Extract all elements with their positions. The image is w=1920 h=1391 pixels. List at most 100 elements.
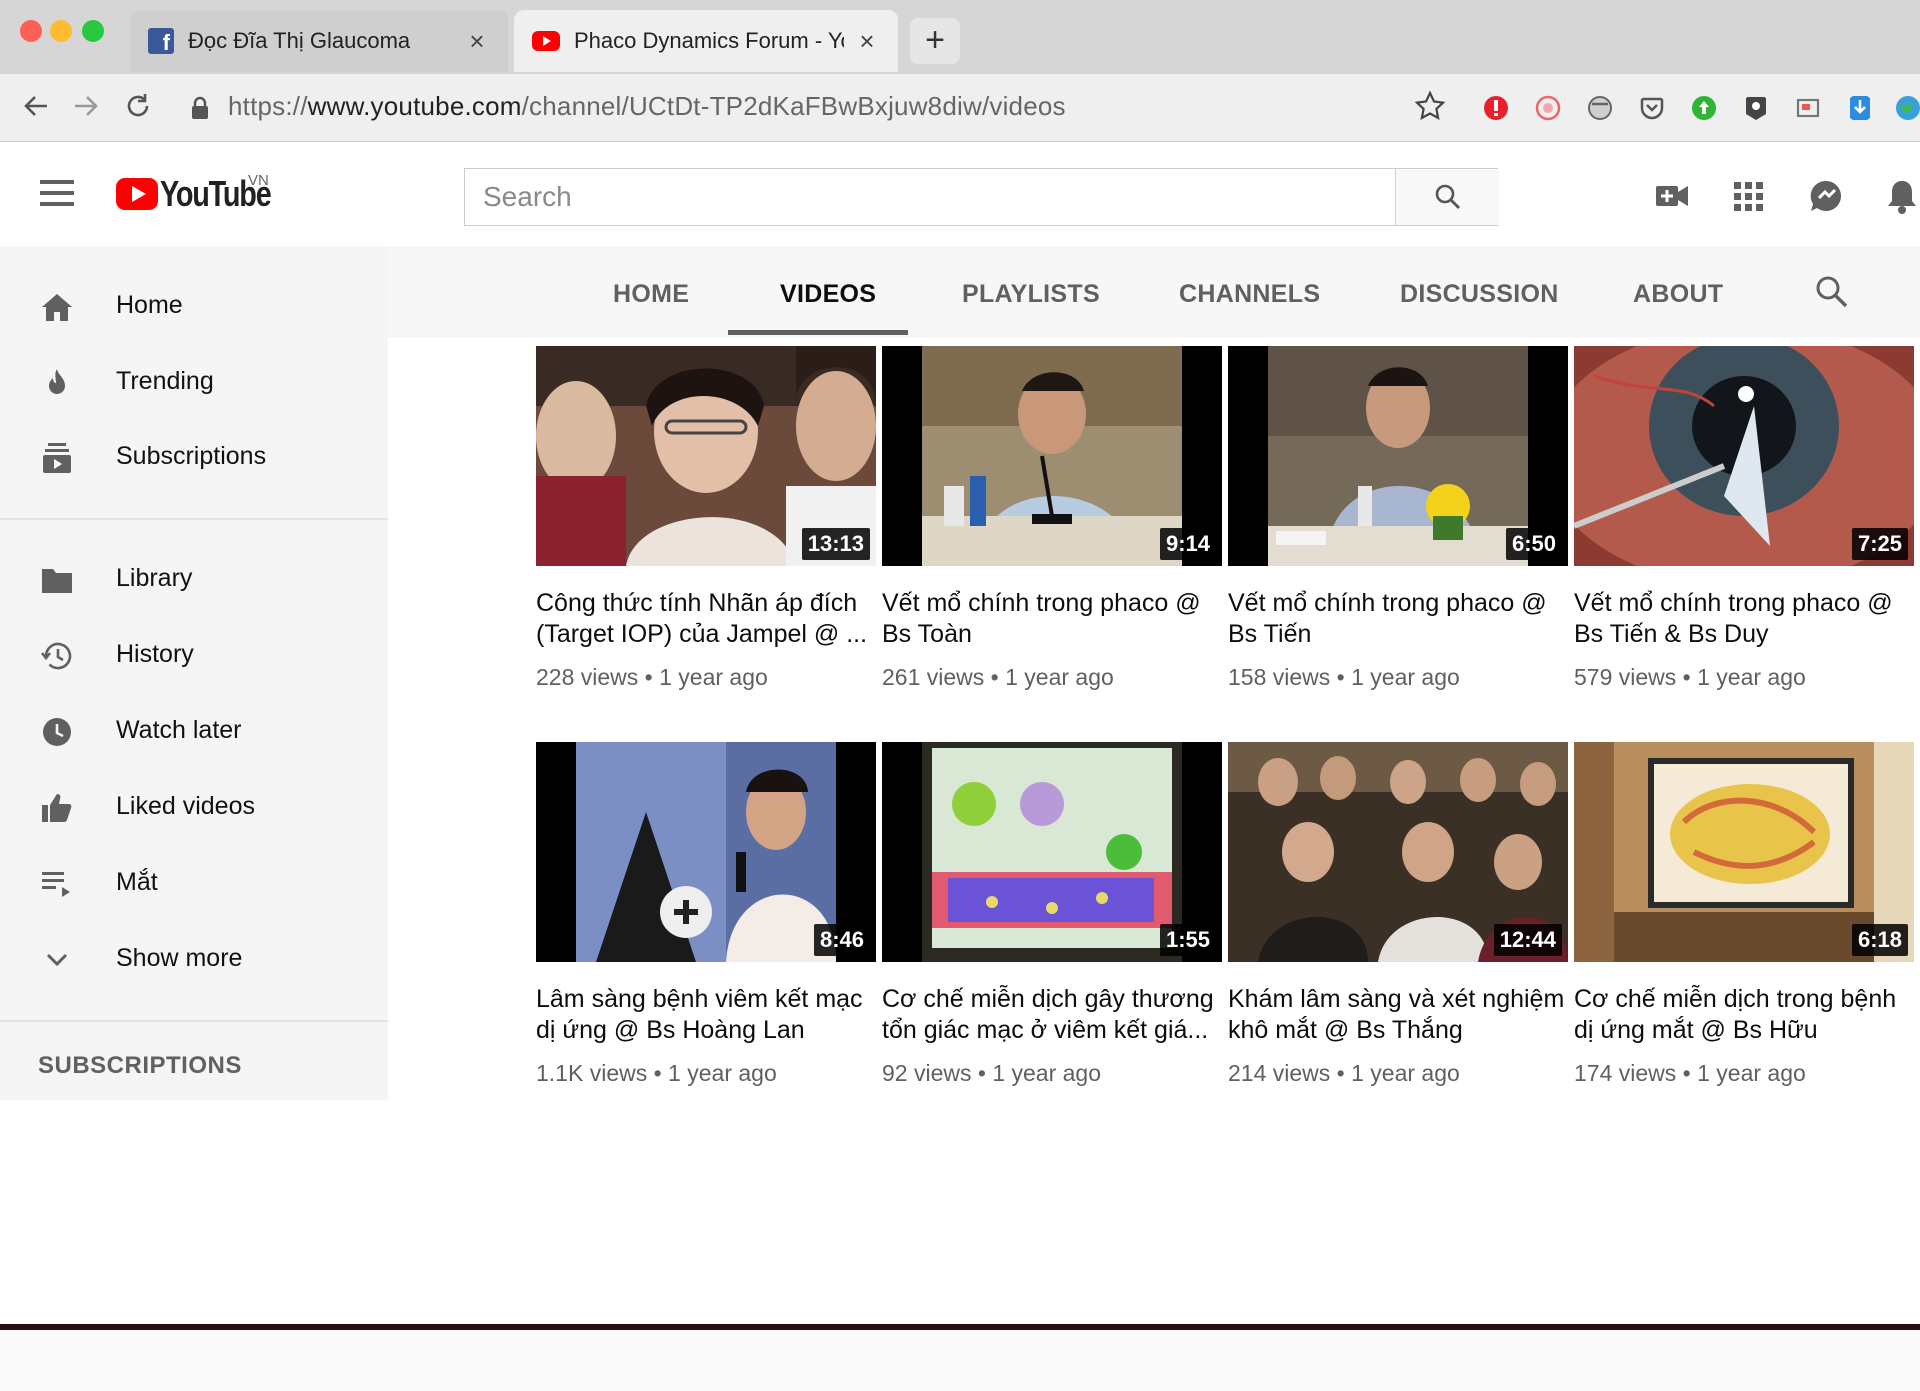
video-metadata: 1.1K views • 1 year ago — [536, 1060, 777, 1086]
sidebar-item-trending[interactable]: Trending — [0, 347, 388, 417]
new-tab-button[interactable]: + — [910, 18, 960, 64]
youtube-icon — [532, 31, 560, 51]
notifications-bell-icon[interactable] — [1882, 176, 1920, 216]
tab-discussion[interactable]: DISCUSSION — [1400, 280, 1559, 309]
address-bar[interactable]: https://www.youtube.com/channel/UCtDt-TP… — [228, 91, 1066, 122]
reload-button[interactable] — [116, 84, 160, 128]
video-metadata: 579 views • 1 year ago — [1574, 664, 1806, 690]
extension-pink-icon[interactable] — [1534, 94, 1562, 122]
sidebar-item-show-more[interactable]: Show more — [0, 924, 388, 994]
url-scheme: https:// — [228, 91, 308, 121]
apps-grid-icon[interactable] — [1728, 176, 1768, 216]
subscriptions-icon — [43, 443, 71, 473]
video-duration: 8:46 — [813, 924, 870, 956]
logo-country-code: VN — [248, 172, 269, 189]
video-grid: 13:13 Công thức tính Nhãn áp đích (Targe… — [536, 346, 1920, 1096]
minimize-window-button[interactable] — [50, 20, 72, 42]
video-thumbnail[interactable]: 7:25 — [1574, 346, 1914, 566]
tab-about[interactable]: ABOUT — [1633, 280, 1723, 309]
browser-tab-facebook[interactable]: f Đọc Đĩa Thị Glaucoma × — [130, 10, 508, 72]
bookmark-star-icon[interactable] — [1414, 90, 1446, 122]
tab-title: Phaco Dynamics Forum - YouT — [574, 28, 844, 53]
video-thumbnail[interactable]: 12:44 — [1228, 742, 1568, 962]
sidebar-item-label: Mắt — [116, 868, 158, 896]
video-title[interactable]: Công thức tính Nhãn áp đích (Target IOP)… — [536, 588, 876, 650]
sidebar-item-library[interactable]: Library — [0, 544, 388, 614]
search-bar — [464, 168, 1499, 226]
tab-close-icon[interactable]: × — [464, 26, 490, 57]
video-title[interactable]: Cơ chế miễn dịch gây thương tổn giác mạc… — [882, 984, 1222, 1046]
search-input[interactable] — [465, 169, 1395, 225]
tab-videos[interactable]: VIDEOS — [780, 280, 876, 309]
tab-title: Đọc Đĩa Thị Glaucoma — [188, 28, 411, 53]
extension-ghost-icon[interactable] — [1586, 94, 1614, 122]
extension-window-icon[interactable] — [1794, 94, 1822, 122]
pocket-icon[interactable] — [1638, 94, 1666, 122]
sidebar-item-watch-later[interactable]: Watch later — [0, 696, 388, 766]
create-video-icon[interactable] — [1652, 176, 1692, 216]
extension-globe-icon[interactable] — [1894, 94, 1920, 122]
sidebar-item-label: Show more — [116, 944, 243, 972]
close-window-button[interactable] — [20, 20, 42, 42]
video-thumbnail[interactable]: 6:18 — [1574, 742, 1914, 962]
extension-red-icon[interactable] — [1482, 94, 1510, 122]
tab-close-icon[interactable]: × — [854, 26, 880, 57]
sidebar: Home Trending Subscriptions Library Hist… — [0, 246, 388, 1100]
tab-strip: f Đọc Đĩa Thị Glaucoma × Phaco Dynamics … — [0, 0, 1920, 74]
sidebar-item-playlist-mat[interactable]: Mắt — [0, 848, 388, 918]
search-icon — [1435, 184, 1460, 209]
reload-icon — [127, 94, 149, 117]
video-title[interactable]: Vết mổ chính trong phaco @ Bs Tiến — [1228, 588, 1568, 650]
youtube-logo[interactable]: YouTube VN — [116, 170, 298, 218]
video-thumbnail[interactable]: 13:13 — [536, 346, 876, 566]
video-duration: 1:55 — [1159, 924, 1216, 956]
video-duration: 6:50 — [1505, 528, 1562, 560]
maximize-window-button[interactable] — [82, 20, 104, 42]
playlist-icon — [42, 872, 70, 897]
video-thumbnail[interactable]: 8:46 — [536, 742, 876, 962]
active-tab-indicator — [728, 330, 908, 335]
sidebar-item-label: Liked videos — [116, 792, 255, 820]
channel-search-icon[interactable] — [1812, 272, 1852, 312]
tab-home[interactable]: HOME — [613, 280, 689, 309]
sidebar-item-label: Home — [116, 291, 183, 319]
video-thumbnail[interactable]: 6:50 — [1228, 346, 1568, 566]
facebook-icon: f — [148, 28, 174, 54]
video-title[interactable]: Cơ chế miễn dịch trong bệnh dị ứng mắt @… — [1574, 984, 1914, 1046]
arrow-right-icon — [75, 96, 98, 116]
sidebar-item-liked-videos[interactable]: Liked videos — [0, 772, 388, 842]
watch-later-clock-icon — [43, 718, 71, 746]
video-title[interactable]: Lâm sàng bệnh viêm kết mạc dị ứng @ Bs H… — [536, 984, 876, 1046]
sidebar-item-home[interactable]: Home — [0, 271, 388, 341]
arrow-left-icon — [24, 96, 47, 116]
video-metadata: 228 views • 1 year ago — [536, 664, 768, 690]
sidebar-item-label: Watch later — [116, 716, 242, 744]
home-icon — [42, 294, 72, 321]
back-button[interactable] — [14, 84, 58, 128]
hamburger-menu-icon[interactable] — [40, 180, 74, 206]
download-icon[interactable] — [1846, 94, 1874, 122]
forward-button[interactable] — [64, 84, 108, 128]
video-metadata: 261 views • 1 year ago — [882, 664, 1114, 690]
extension-shield-icon[interactable] — [1742, 94, 1770, 122]
sidebar-divider — [0, 518, 388, 520]
youtube-masthead: YouTube VN — [0, 142, 1920, 246]
sidebar-divider — [0, 1020, 388, 1022]
sidebar-item-subscriptions[interactable]: Subscriptions — [0, 422, 388, 492]
sidebar-item-history[interactable]: History — [0, 620, 388, 690]
messages-icon[interactable] — [1806, 176, 1846, 216]
extension-green-icon[interactable] — [1690, 94, 1718, 122]
tab-playlists[interactable]: PLAYLISTS — [962, 280, 1100, 309]
browser-tab-youtube[interactable]: Phaco Dynamics Forum - YouT × — [514, 10, 898, 72]
video-thumbnail[interactable]: 1:55 — [882, 742, 1222, 962]
video-metadata: 214 views • 1 year ago — [1228, 1060, 1460, 1086]
video-title[interactable]: Vết mổ chính trong phaco @ Bs Tiến & Bs … — [1574, 588, 1914, 650]
video-title[interactable]: Vết mổ chính trong phaco @ Bs Toàn — [882, 588, 1222, 650]
trending-flame-icon — [49, 369, 65, 394]
search-button[interactable] — [1395, 169, 1499, 225]
sidebar-item-label: Library — [116, 564, 193, 592]
tab-channels[interactable]: CHANNELS — [1179, 280, 1320, 309]
video-duration: 6:18 — [1851, 924, 1908, 956]
video-thumbnail[interactable]: 9:14 — [882, 346, 1222, 566]
video-title[interactable]: Khám lâm sàng và xét nghiệm khô mắt @ Bs… — [1228, 984, 1568, 1046]
